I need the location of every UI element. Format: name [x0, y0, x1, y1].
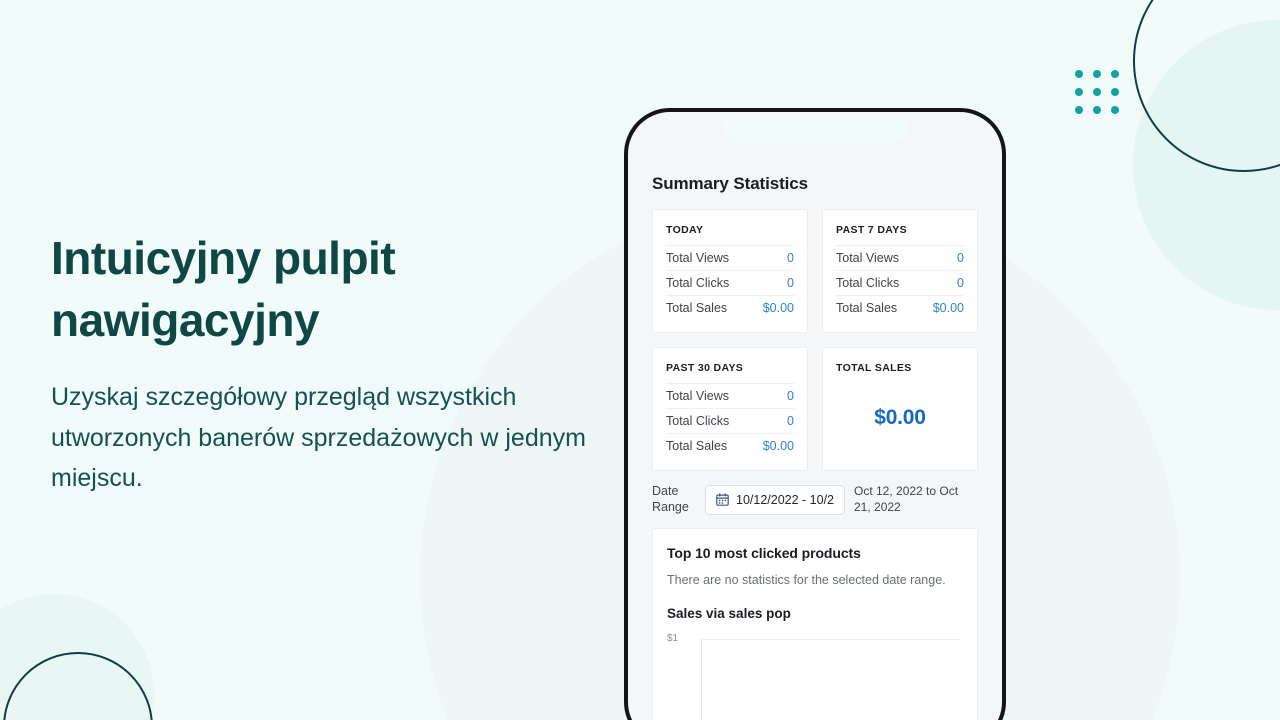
stat-value: $0.00 [932, 301, 964, 315]
stat-value: 0 [957, 251, 964, 265]
stat-row: Total Views 0 [666, 383, 794, 408]
marketing-copy: Intuicyjny pulpit nawigacyjny Uzyskaj sz… [51, 228, 591, 499]
stat-value: 0 [787, 414, 794, 428]
background-ring-bottom-left [3, 652, 153, 720]
calendar-icon [716, 493, 729, 506]
dot [1111, 106, 1119, 114]
dot [1075, 70, 1083, 78]
stat-card-title: PAST 30 DAYS [666, 362, 744, 374]
dot [1075, 88, 1083, 96]
stat-row: Total Sales $0.00 [666, 433, 794, 458]
statistics-card-grid: TODAY Total Views 0 Total Clicks 0 Total… [652, 209, 978, 471]
date-range-section: Date Range 10/12/2022 - 10/2 Oct 12, 202… [652, 484, 978, 515]
chart-y-tick-label: $1 [667, 633, 679, 645]
page-subtitle: Uzyskaj szczegółowy przegląd wszystkich … [51, 383, 586, 493]
date-range-value: 10/12/2022 - 10/2 [736, 492, 834, 507]
phone-notch [722, 120, 908, 144]
stat-card-total-sales: TOTAL SALES $0.00 [822, 347, 978, 471]
app-content: Summary Statistics TODAY Total Views 0 T… [636, 174, 994, 720]
stat-label: Total Sales [836, 301, 898, 315]
date-range-resolved-text: Oct 12, 2022 to Oct 21, 2022 [854, 484, 959, 514]
stat-label: Total Sales [666, 439, 728, 453]
top-products-panel: Top 10 most clicked products There are n… [652, 528, 978, 720]
stat-value: 0 [787, 389, 794, 403]
background-circle-mint-bottom-left [0, 594, 154, 720]
stat-label: Total Views [666, 251, 729, 265]
summary-statistics-heading: Summary Statistics [652, 174, 808, 193]
date-range-input[interactable]: 10/12/2022 - 10/2 [705, 484, 845, 515]
stat-card-title: TODAY [666, 224, 704, 236]
dot-grid-decoration [1075, 70, 1119, 114]
stat-value: $0.00 [762, 439, 794, 453]
stat-row: Total Sales $0.00 [836, 295, 964, 320]
stat-row: Total Sales $0.00 [666, 295, 794, 320]
top-products-empty-message: There are no statistics for the selected… [667, 573, 946, 588]
stat-label: Total Views [836, 251, 899, 265]
stat-label: Total Views [666, 389, 729, 403]
stat-card-today: TODAY Total Views 0 Total Clicks 0 Total… [652, 209, 808, 333]
stat-label: Total Clicks [836, 276, 900, 290]
stat-card-title: PAST 7 DAYS [836, 224, 907, 236]
date-range-label: Date Range [652, 484, 689, 514]
dot [1093, 70, 1101, 78]
dot [1075, 106, 1083, 114]
sales-chart: $1 [667, 633, 963, 720]
sales-chart-title: Sales via sales pop [667, 606, 791, 622]
stat-label: Total Sales [666, 301, 728, 315]
dot [1093, 88, 1101, 96]
background-ring-top-right [1133, 0, 1280, 172]
stat-row: Total Views 0 [836, 245, 964, 270]
stat-label: Total Clicks [666, 414, 730, 428]
chart-plot-area [701, 639, 959, 720]
phone-mockup: Summary Statistics TODAY Total Views 0 T… [624, 108, 1006, 720]
dot [1111, 88, 1119, 96]
stat-value: 0 [957, 276, 964, 290]
stat-card-title: TOTAL SALES [836, 362, 912, 374]
phone-screen: Summary Statistics TODAY Total Views 0 T… [636, 120, 994, 720]
stat-row: Total Clicks 0 [836, 270, 964, 295]
stat-value: $0.00 [762, 301, 794, 315]
top-products-title: Top 10 most clicked products [667, 545, 861, 562]
stat-card-past-30-days: PAST 30 DAYS Total Views 0 Total Clicks … [652, 347, 808, 471]
stat-value: 0 [787, 251, 794, 265]
stat-row: Total Clicks 0 [666, 270, 794, 295]
dot [1111, 70, 1119, 78]
stat-label: Total Clicks [666, 276, 730, 290]
background-circle-mint-top-right [1133, 20, 1280, 310]
stat-row: Total Views 0 [666, 245, 794, 270]
dot [1093, 106, 1101, 114]
page-title: Intuicyjny pulpit nawigacyjny [51, 232, 396, 346]
stat-row: Total Clicks 0 [666, 408, 794, 433]
total-sales-amount: $0.00 [874, 405, 926, 429]
stat-value: 0 [787, 276, 794, 290]
stat-card-past-7-days: PAST 7 DAYS Total Views 0 Total Clicks 0… [822, 209, 978, 333]
